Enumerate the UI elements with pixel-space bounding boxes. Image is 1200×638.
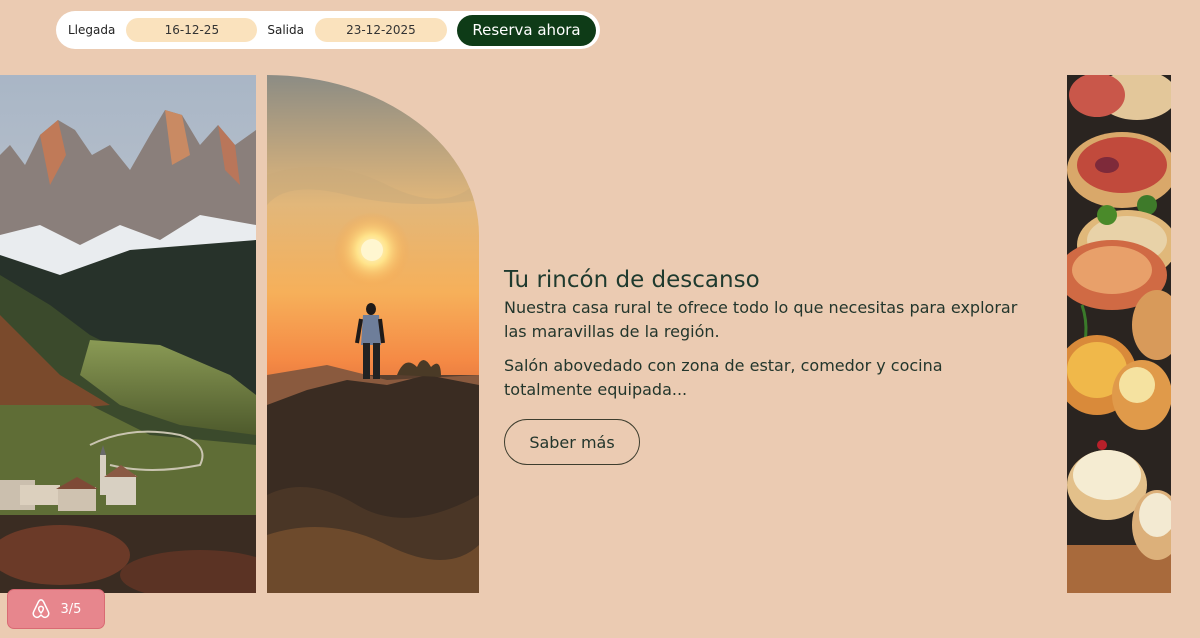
arrival-date-input[interactable] <box>126 18 258 42</box>
airbnb-badge[interactable]: 3/5 <box>7 589 105 629</box>
section-description: Nuestra casa rural te ofrece todo lo que… <box>504 298 1018 341</box>
departure-label: Salida <box>267 23 304 37</box>
section-detail: Salón abovedado con zona de estar, comed… <box>504 356 943 399</box>
mountain-village-photo <box>0 75 256 593</box>
booking-bar: Llegada Salida Reserva ahora <box>56 11 600 49</box>
arrival-label: Llegada <box>68 23 116 37</box>
learn-more-button[interactable]: Saber más <box>504 419 640 465</box>
sunset-hiker-photo <box>267 75 479 593</box>
book-now-button[interactable]: Reserva ahora <box>456 14 596 46</box>
departure-date-input[interactable] <box>314 18 447 42</box>
airbnb-icon <box>32 599 50 619</box>
tapas-food-photo <box>1067 75 1171 593</box>
section-title: Tu rincón de descanso <box>504 267 760 293</box>
badge-count: 3/5 <box>60 601 82 617</box>
content-section: Tu rincón de descanso Nuestra casa rural… <box>504 264 1034 465</box>
